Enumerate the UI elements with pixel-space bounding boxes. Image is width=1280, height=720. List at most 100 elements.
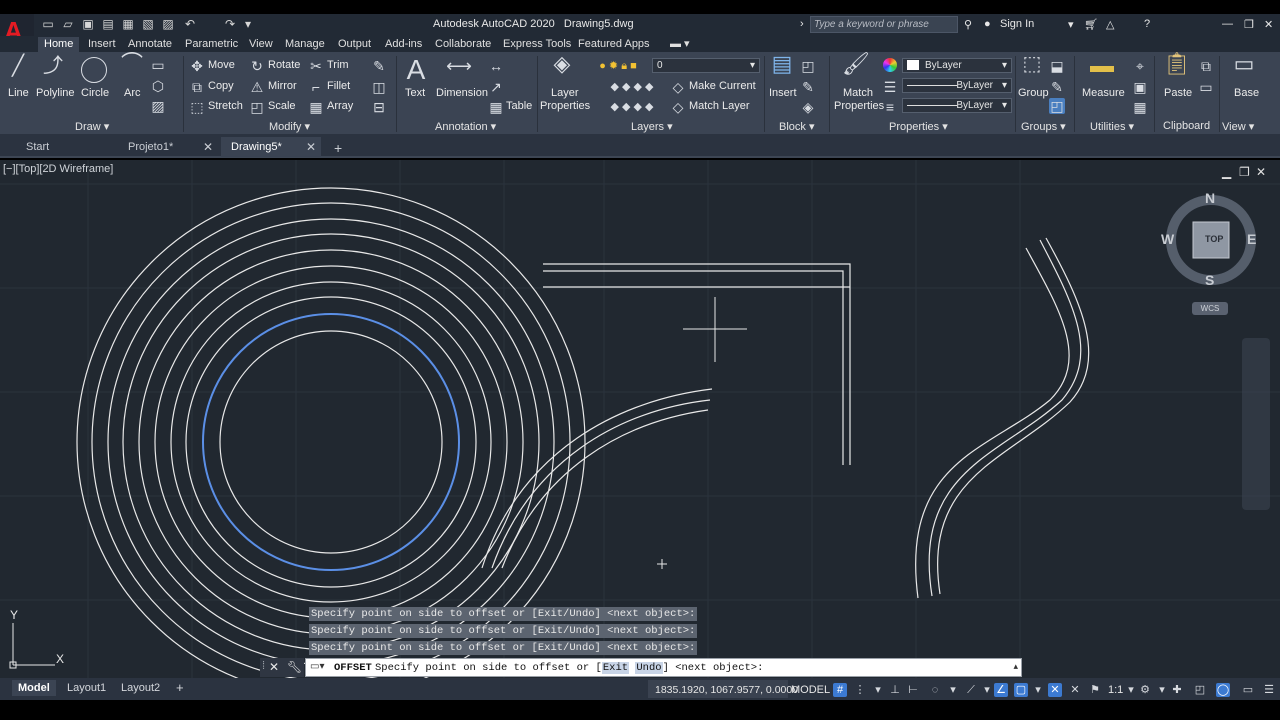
file-tab-start[interactable]: Start (16, 137, 116, 157)
compass-east[interactable]: E (1247, 231, 1256, 247)
sign-in-link[interactable]: Sign In (1000, 18, 1034, 30)
linear-dim-icon[interactable]: ↔ (488, 58, 504, 74)
scale-dropdown-icon[interactable]: ▾ (1124, 683, 1138, 697)
tab-output[interactable]: Output (332, 37, 377, 52)
hardware-acceleration-icon[interactable]: ◯ (1216, 683, 1230, 697)
quick-select-icon[interactable]: ▣ (1132, 79, 1148, 95)
layer-properties-button[interactable]: Layer (551, 87, 579, 99)
recent-commands-icon[interactable]: ▭▾ (310, 661, 324, 672)
group-edit-icon[interactable]: ✎ (1049, 79, 1065, 95)
option-exit[interactable]: Exit (601, 662, 630, 674)
minimize-icon[interactable]: — (1222, 18, 1233, 30)
isolate-objects-icon[interactable]: ◰ (1193, 683, 1207, 697)
offset-circle[interactable] (107, 218, 555, 666)
cut-icon[interactable]: ⧉ (1198, 58, 1214, 74)
stretch-button[interactable]: Stretch (208, 100, 243, 112)
close-icon[interactable]: ✕ (1264, 18, 1273, 31)
layout-tab-model[interactable]: Model (12, 680, 56, 696)
gradient-icon[interactable]: ▨ (150, 98, 166, 114)
offset-polyline[interactable] (543, 263, 851, 465)
tab-collaborate[interactable]: Collaborate (429, 37, 497, 52)
binoculars-icon[interactable]: ⚲ (964, 18, 972, 31)
text-button[interactable]: Text (405, 87, 425, 99)
infer-constraints-icon[interactable]: ⊥ (888, 683, 902, 697)
base-button[interactable]: Base (1234, 87, 1259, 99)
layers-panel-title[interactable]: Layers ▾ (631, 120, 673, 133)
paste-button[interactable]: Paste (1164, 87, 1192, 99)
insert-button[interactable]: Insert (769, 87, 797, 99)
annotation-scale-value[interactable]: 1:1 (1108, 684, 1123, 696)
offset-spline[interactable] (928, 239, 1082, 597)
search-field[interactable] (810, 16, 958, 33)
annotation-panel-title[interactable]: Annotation ▾ (435, 120, 496, 133)
match-properties-button[interactable]: Match (843, 87, 873, 99)
tab-parametric[interactable]: Parametric (179, 37, 244, 52)
viewport-close-icon[interactable]: ✕ (1256, 165, 1266, 179)
circle-button[interactable]: Circle (81, 87, 109, 99)
offset-circle[interactable] (170, 281, 492, 603)
model-space-toggle[interactable]: MODEL (791, 684, 830, 696)
tab-home[interactable]: Home (38, 37, 80, 52)
table-button[interactable]: Table (506, 100, 532, 112)
tab-view[interactable]: View (243, 37, 279, 52)
erase-icon[interactable]: ✎ (372, 58, 386, 74)
fillet-button[interactable]: Fillet (327, 80, 350, 92)
create-block-icon[interactable]: ◰ (800, 58, 816, 74)
color-dropdown[interactable]: ByLayer ▾ (902, 58, 1012, 73)
customize-quick-access-icon[interactable]: ▾ (240, 16, 256, 32)
clean-screen-icon[interactable]: ▭ (1241, 683, 1255, 697)
lineweight-icon[interactable]: ≡ (883, 99, 897, 115)
object-snap-dropdown-icon[interactable]: ▾ (1031, 683, 1045, 697)
snap-mode-icon[interactable]: ⋮ (853, 683, 867, 697)
navigation-bar[interactable] (1242, 338, 1270, 510)
rotate-button[interactable]: Rotate (268, 59, 300, 71)
make-current-button[interactable]: Make Current (689, 80, 756, 92)
linetype-dropdown[interactable]: ByLayer ▾ (902, 78, 1012, 93)
user-icon[interactable]: ● (984, 18, 991, 30)
search-expand-icon[interactable]: › (800, 18, 804, 30)
undo-icon[interactable]: ↶ (182, 16, 198, 32)
layer-tools-row-1[interactable]: ◆ ◆ ◆ ◆ (592, 79, 672, 95)
edit-attributes-icon[interactable]: ◈ (800, 99, 816, 115)
connect-icon[interactable]: △ (1106, 18, 1114, 31)
layout-tab-layout1[interactable]: Layout1 (61, 680, 112, 696)
cart-icon[interactable]: 🛒︎ (1084, 18, 1098, 31)
rectangle-icon[interactable]: ▭ (150, 57, 166, 73)
add-layout-icon[interactable]: + (170, 680, 190, 696)
polar-tracking-icon[interactable]: ◌ (928, 683, 942, 697)
option-undo[interactable]: Undo (635, 662, 663, 674)
annotation-monitor-icon[interactable]: ✚ (1170, 683, 1184, 697)
tab-insert[interactable]: Insert (82, 37, 122, 52)
compass-north[interactable]: N (1205, 190, 1215, 206)
command-line-input[interactable]: ▭▾ OFFSET Specify point on side to offse… (305, 658, 1022, 677)
search-input[interactable] (811, 17, 957, 32)
dimension-button[interactable]: Dimension (436, 87, 488, 99)
properties-panel-title[interactable]: Properties ▾ (889, 120, 948, 133)
customize-status-bar-icon[interactable]: ☰ (1262, 683, 1276, 697)
linetype-icon[interactable]: ☰ (883, 79, 897, 95)
workspace-gear-icon[interactable]: ⚙ (1138, 683, 1152, 697)
ungroup-icon[interactable]: ⬓ (1049, 58, 1065, 74)
annotation-visibility-icon[interactable]: ✕ (1048, 683, 1062, 697)
offset-arc[interactable] (501, 409, 709, 569)
offset-circle[interactable] (185, 296, 477, 588)
tab-annotate[interactable]: Annotate (122, 37, 178, 52)
object-snap-icon[interactable]: ▢ (1014, 683, 1028, 697)
viewport-minimize-icon[interactable]: ▁ (1222, 165, 1231, 179)
grid-display-icon[interactable]: # (833, 683, 847, 697)
polar-dropdown-icon[interactable]: ▾ (946, 683, 960, 697)
help-icon[interactable]: ? (1144, 18, 1150, 30)
tab-add-ins[interactable]: Add-ins (379, 37, 428, 52)
sign-in-dropdown-icon[interactable]: ▾ (1068, 18, 1074, 31)
calculator-icon[interactable]: ▦ (1132, 99, 1148, 115)
restore-icon[interactable]: ❐ (1244, 18, 1254, 31)
grip-icon[interactable]: ⁞ (262, 660, 265, 672)
id-point-icon[interactable]: ⌖ (1132, 58, 1148, 74)
tab-featured-apps[interactable]: Featured Apps (572, 37, 656, 52)
annotation-scale-icon[interactable]: ⚑ (1088, 683, 1102, 697)
save-as-icon[interactable]: ▤ (100, 16, 116, 32)
offset-circle[interactable] (138, 249, 524, 635)
offset-circle[interactable] (154, 265, 508, 619)
offset-circle[interactable] (76, 187, 586, 678)
customize-wrench-icon[interactable]: 🔧︎ (287, 660, 302, 674)
